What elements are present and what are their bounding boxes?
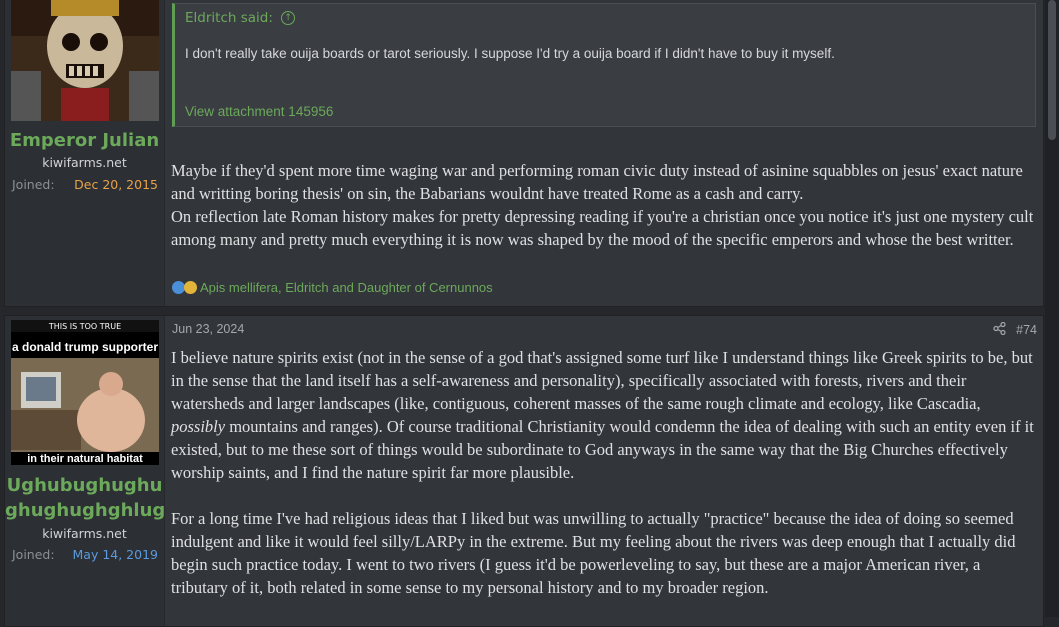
post-body: I believe nature spirits exist (not in t…	[171, 346, 1037, 599]
username-line[interactable]: ghughughghlug	[5, 498, 165, 523]
post-body: Maybe if they'd spent more time waging w…	[171, 159, 1037, 251]
quote-author-name[interactable]: Eldritch said:	[185, 10, 273, 26]
post-paragraph: Maybe if they'd spent more time waging w…	[171, 161, 1023, 203]
scrollbar[interactable]	[1045, 0, 1059, 617]
text-run: mountains and ranges). Of course traditi…	[171, 417, 1034, 482]
avatar-caption: a donald trump supporter	[12, 340, 158, 354]
avatar-top-text: THIS IS TOO TRUE	[48, 322, 121, 331]
attachment-link[interactable]: View attachment 145956	[185, 104, 333, 119]
post-number[interactable]: #74	[1016, 323, 1037, 337]
post-date[interactable]: Jun 23, 2024	[172, 322, 244, 336]
post: Emperor Julian kiwifarms.net Joined: Dec…	[4, 0, 1044, 307]
joined-date: Dec 20, 2015	[74, 177, 158, 192]
quote-text: I don't really take ouija boards or taro…	[185, 46, 835, 61]
username[interactable]: Ughubughughu ghughughghlug	[5, 473, 165, 523]
reactions-list[interactable]: Apis mellifera, Eldritch and Daughter of…	[200, 280, 493, 295]
post: THIS IS TOO TRUE a donald trump supporte…	[4, 315, 1044, 627]
user-title: kiwifarms.net	[42, 526, 127, 541]
quote-block: Eldritch said: ↑ I don't really take oui…	[172, 3, 1036, 127]
joined-row: Joined: Dec 20, 2015	[12, 177, 158, 192]
quote-author[interactable]: Eldritch said: ↑	[185, 10, 296, 26]
avatar[interactable]: THIS IS TOO TRUE a donald trump supporte…	[11, 320, 159, 465]
emphasis-text: possibly	[171, 417, 226, 436]
avatar-bottom-text: in their natural habitat	[27, 453, 143, 465]
reactions-bar[interactable]: Apis mellifera, Eldritch and Daughter of…	[172, 280, 493, 295]
post-paragraph: For a long time I've had religious ideas…	[171, 509, 1016, 597]
scrollbar-thumb[interactable]	[1048, 0, 1056, 140]
user-pane: Emperor Julian kiwifarms.net Joined: Dec…	[5, 0, 165, 306]
medal-reaction-icon	[184, 281, 197, 294]
joined-label: Joined:	[12, 177, 55, 192]
username[interactable]: Emperor Julian	[5, 128, 164, 153]
text-run: I believe nature spirits exist (not in t…	[171, 348, 1033, 413]
post-paragraph: On reflection late Roman history makes f…	[171, 207, 1034, 249]
avatar[interactable]	[11, 0, 159, 121]
joined-date: May 14, 2019	[72, 547, 158, 562]
user-pane: THIS IS TOO TRUE a donald trump supporte…	[5, 316, 165, 626]
username-line[interactable]: Ughubughughu	[5, 473, 164, 498]
arrow-up-circle-icon[interactable]: ↑	[281, 11, 296, 25]
post-paragraph: I believe nature spirits exist (not in t…	[171, 346, 1037, 484]
share-icon[interactable]	[993, 321, 1006, 338]
joined-label: Joined:	[12, 547, 55, 562]
user-title: kiwifarms.net	[42, 155, 127, 170]
post-actions: #74	[993, 321, 1037, 338]
joined-row: Joined: May 14, 2019	[12, 547, 158, 562]
